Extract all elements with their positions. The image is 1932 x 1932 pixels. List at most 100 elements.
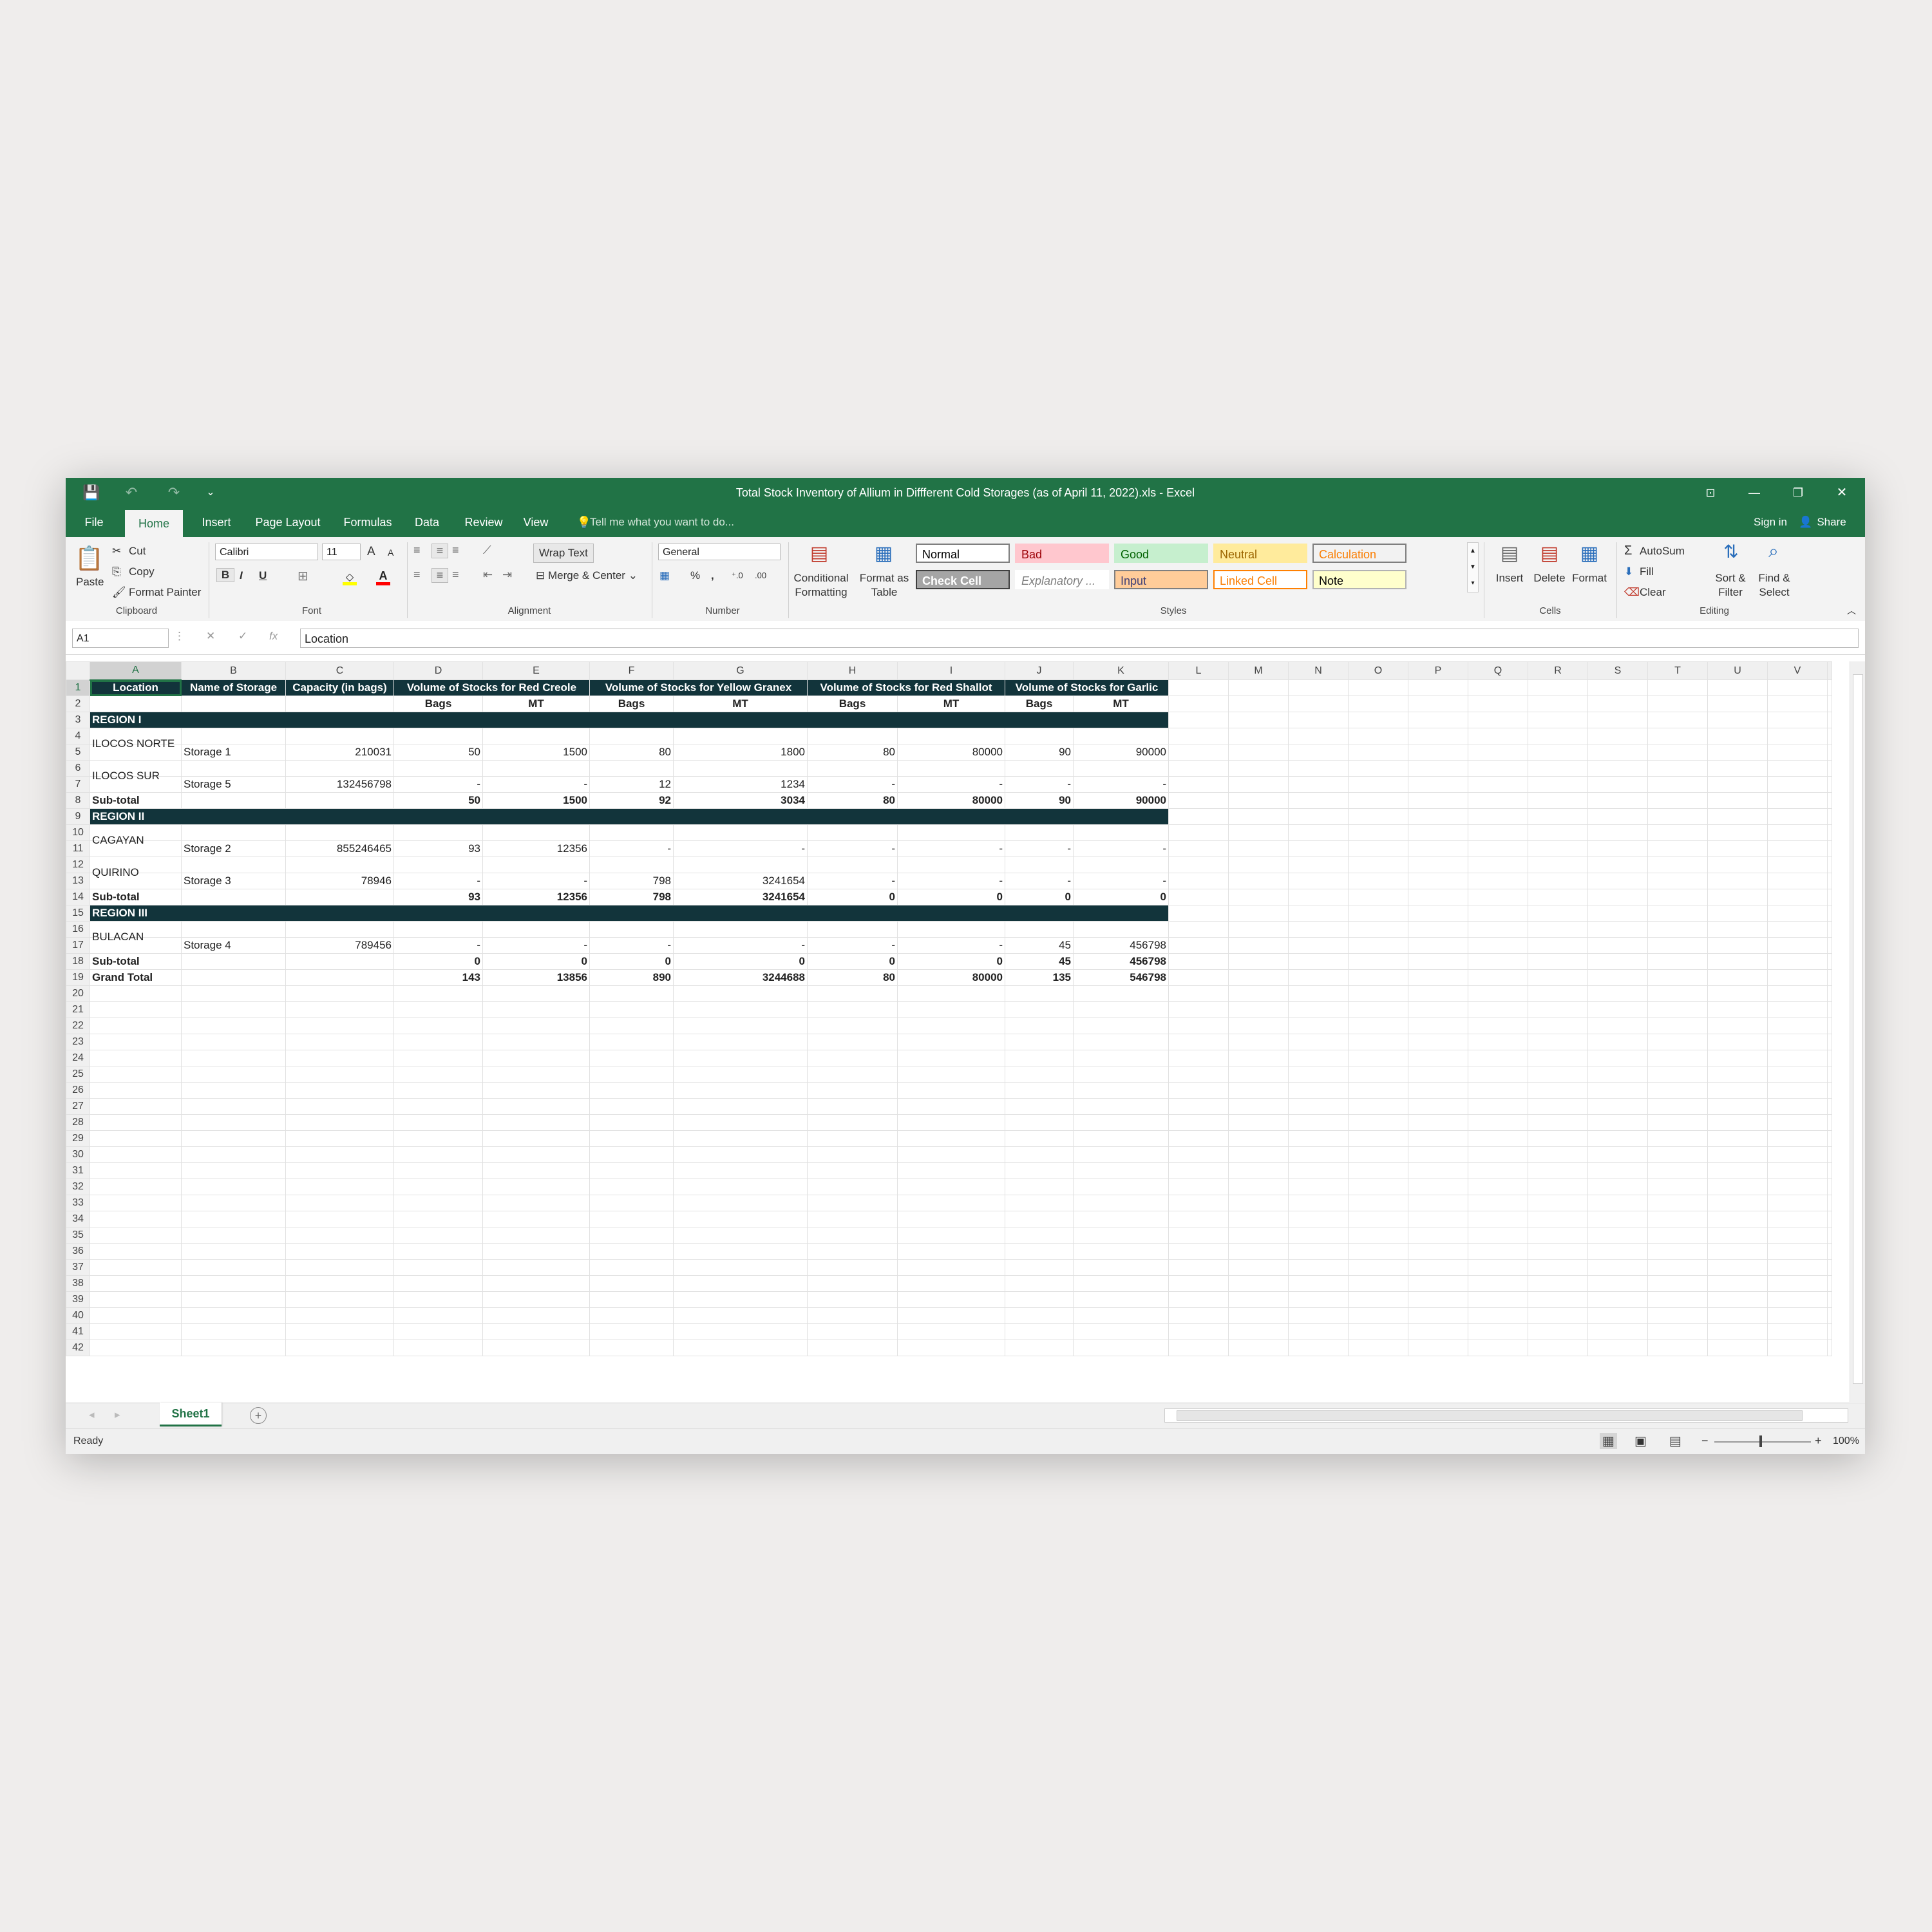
minimize-icon[interactable]: —: [1741, 478, 1767, 507]
unit-header[interactable]: Bags: [807, 696, 898, 712]
cell[interactable]: [1528, 1001, 1588, 1018]
total-value-cell[interactable]: 93: [393, 889, 483, 905]
cell[interactable]: [1408, 1130, 1468, 1147]
cell[interactable]: [1767, 921, 1828, 938]
cell[interactable]: [1587, 873, 1648, 889]
row-header[interactable]: 38: [66, 1275, 90, 1292]
cell[interactable]: [393, 1259, 483, 1276]
cell[interactable]: [673, 921, 808, 938]
unit-header[interactable]: Bags: [1005, 696, 1074, 712]
cell[interactable]: [807, 1259, 898, 1276]
cell[interactable]: [1587, 1307, 1648, 1324]
cell[interactable]: [1348, 1018, 1408, 1034]
cell[interactable]: [1468, 873, 1528, 889]
cell[interactable]: [1528, 1211, 1588, 1227]
cell[interactable]: [1168, 873, 1229, 889]
cell[interactable]: [90, 1259, 182, 1276]
cell[interactable]: [1168, 857, 1229, 873]
value-cell[interactable]: -: [897, 776, 1005, 793]
tab-data[interactable]: Data: [404, 507, 450, 537]
row-header[interactable]: 24: [66, 1050, 90, 1066]
cell[interactable]: [181, 1130, 286, 1147]
cell[interactable]: [1767, 889, 1828, 905]
cell[interactable]: [90, 1340, 182, 1356]
cell[interactable]: [897, 1130, 1005, 1147]
cell[interactable]: [807, 1034, 898, 1050]
cell[interactable]: [1408, 1227, 1468, 1244]
column-header[interactable]: T: [1647, 661, 1708, 680]
cell[interactable]: [1707, 679, 1768, 696]
cell[interactable]: [1587, 1114, 1648, 1131]
cell[interactable]: [1827, 1323, 1832, 1340]
cell[interactable]: [1827, 1082, 1832, 1099]
enter-icon[interactable]: ✓: [238, 630, 247, 643]
row-header[interactable]: 33: [66, 1195, 90, 1211]
cell[interactable]: [1528, 1050, 1588, 1066]
cell[interactable]: [1168, 1034, 1229, 1050]
cell[interactable]: [1348, 1162, 1408, 1179]
cell[interactable]: [285, 1323, 394, 1340]
cell[interactable]: [897, 1275, 1005, 1292]
cell[interactable]: [1767, 1307, 1828, 1324]
tab-home[interactable]: Home: [125, 510, 183, 537]
cell[interactable]: [1073, 857, 1169, 873]
cell-style-calculation[interactable]: Calculation: [1312, 544, 1406, 563]
cell[interactable]: [589, 1195, 674, 1211]
cell[interactable]: [1168, 712, 1229, 728]
cell[interactable]: [673, 760, 808, 777]
column-header[interactable]: R: [1528, 661, 1588, 680]
cell[interactable]: [285, 1340, 394, 1356]
cell[interactable]: [1587, 1243, 1648, 1260]
capacity-cell[interactable]: 78946: [285, 873, 394, 889]
storage-name-cell[interactable]: Storage 2: [181, 840, 286, 857]
cell[interactable]: [1228, 1146, 1289, 1163]
cell[interactable]: [589, 1275, 674, 1292]
cell[interactable]: [1647, 728, 1708, 744]
cell[interactable]: [1647, 679, 1708, 696]
cell[interactable]: [1228, 824, 1289, 841]
cell[interactable]: [1348, 1114, 1408, 1131]
cell[interactable]: [1348, 792, 1408, 809]
cell[interactable]: [1228, 1275, 1289, 1292]
cell[interactable]: [1468, 696, 1528, 712]
cell[interactable]: [393, 1162, 483, 1179]
cell[interactable]: [1468, 905, 1528, 922]
cell[interactable]: [1587, 1082, 1648, 1099]
cell[interactable]: [1587, 760, 1648, 777]
horizontal-scroll-thumb[interactable]: [1177, 1410, 1803, 1421]
cell[interactable]: [807, 857, 898, 873]
cell[interactable]: [1707, 760, 1768, 777]
cell[interactable]: [1587, 776, 1648, 793]
cell[interactable]: [1408, 696, 1468, 712]
cell[interactable]: [1767, 1130, 1828, 1147]
cell[interactable]: [1468, 1259, 1528, 1276]
cell[interactable]: [1348, 905, 1408, 922]
cell[interactable]: [673, 1227, 808, 1244]
cell[interactable]: [1707, 712, 1768, 728]
cell[interactable]: [181, 1001, 286, 1018]
cell[interactable]: [1587, 1259, 1648, 1276]
cell[interactable]: [1647, 1227, 1708, 1244]
cell[interactable]: [1647, 840, 1708, 857]
cell[interactable]: [1348, 1211, 1408, 1227]
cell[interactable]: [482, 1066, 590, 1083]
cell[interactable]: [673, 1098, 808, 1115]
decrease-decimal-icon[interactable]: .00: [755, 571, 766, 580]
cell[interactable]: [1168, 1275, 1229, 1292]
cell[interactable]: [1647, 905, 1708, 922]
cell[interactable]: [897, 1001, 1005, 1018]
tab-page-layout[interactable]: Page Layout: [246, 507, 330, 537]
cell[interactable]: [1468, 1162, 1528, 1179]
cell[interactable]: [1288, 1082, 1349, 1099]
header-capacity[interactable]: Capacity (in bags): [285, 679, 394, 696]
decrease-indent-icon[interactable]: ⇤: [483, 568, 493, 582]
cell[interactable]: [673, 1146, 808, 1163]
cell[interactable]: [482, 1275, 590, 1292]
cell[interactable]: [181, 969, 286, 986]
cell[interactable]: [1587, 824, 1648, 841]
cell[interactable]: [1168, 1082, 1229, 1099]
cell[interactable]: [393, 1130, 483, 1147]
cell[interactable]: [1827, 808, 1832, 825]
value-cell[interactable]: -: [589, 937, 674, 954]
cell[interactable]: [1348, 969, 1408, 986]
